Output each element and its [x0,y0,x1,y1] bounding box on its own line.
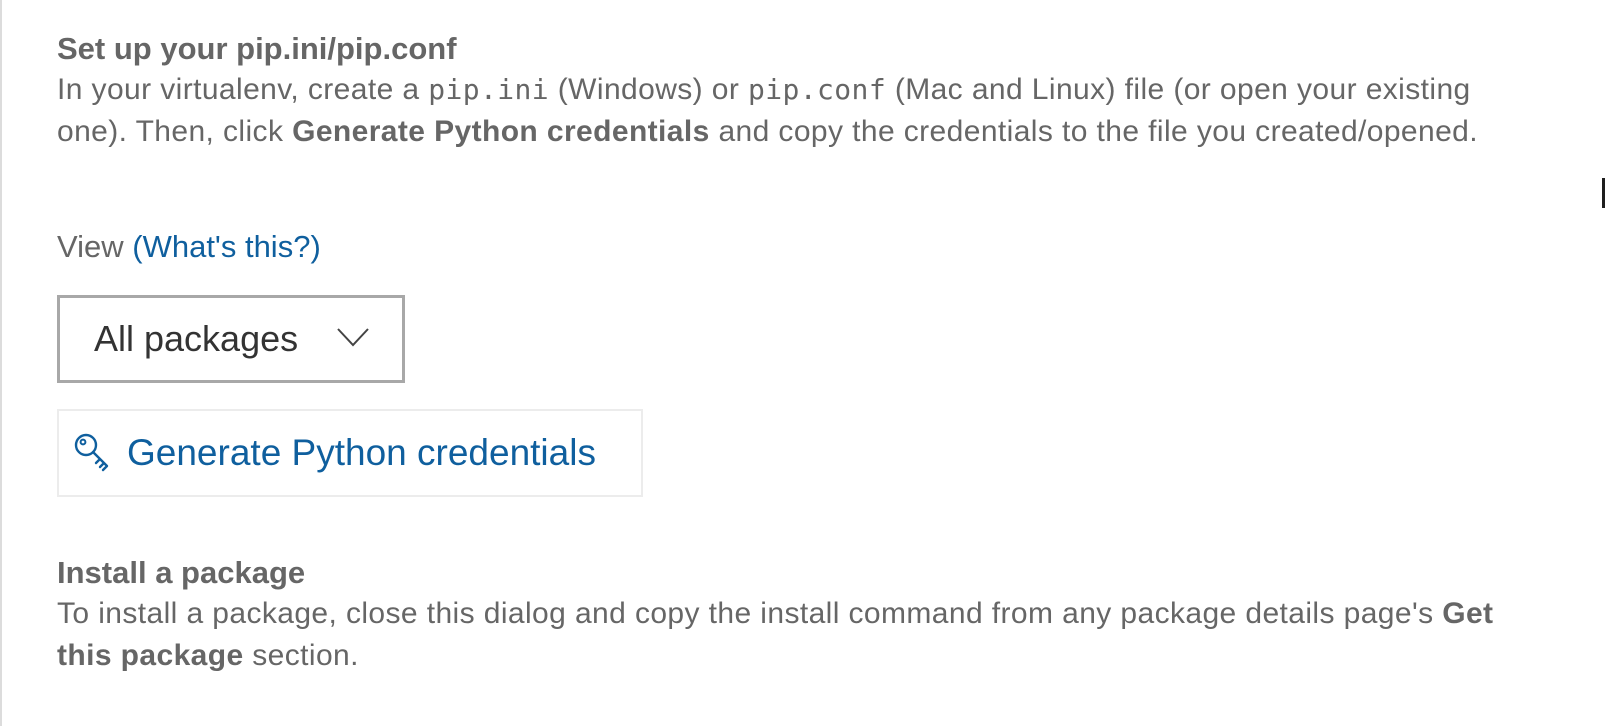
install-section: Install a package To install a package, … [57,552,1497,677]
generate-python-credentials-button[interactable]: Generate Python credentials [57,409,643,497]
install-text-2: section. [243,639,359,672]
setup-description: In your virtualenv, create a pip.ini (Wi… [57,69,1497,153]
setup-text-1: In your virtualenv, create a [57,73,429,106]
setup-text-2: (Windows) or [549,73,749,106]
pip-conf-code: pip.conf [748,73,887,106]
pip-ini-code: pip.ini [428,73,550,106]
whats-this-link[interactable]: (What's this?) [132,229,321,264]
view-label: View [57,229,133,264]
dialog-panel: Set up your pip.ini/pip.conf In your vir… [0,0,1605,726]
chevron-down-icon [337,328,369,347]
view-row: View (What's this?) [57,226,321,268]
setup-section: Set up your pip.ini/pip.conf In your vir… [57,28,1497,153]
install-title: Install a package [57,555,306,590]
setup-text-4: and copy the credentials to the file you… [709,115,1479,148]
setup-title: Set up your pip.ini/pip.conf [57,31,457,66]
key-icon [74,433,109,472]
install-description: To install a package, close this dialog … [57,593,1497,677]
view-dropdown[interactable]: All packages [57,295,405,383]
setup-bold-text: Generate Python credentials [292,115,710,148]
generate-button-label: Generate Python credentials [127,432,596,473]
install-text-1: To install a package, close this dialog … [57,597,1443,630]
view-dropdown-value: All packages [94,318,299,359]
